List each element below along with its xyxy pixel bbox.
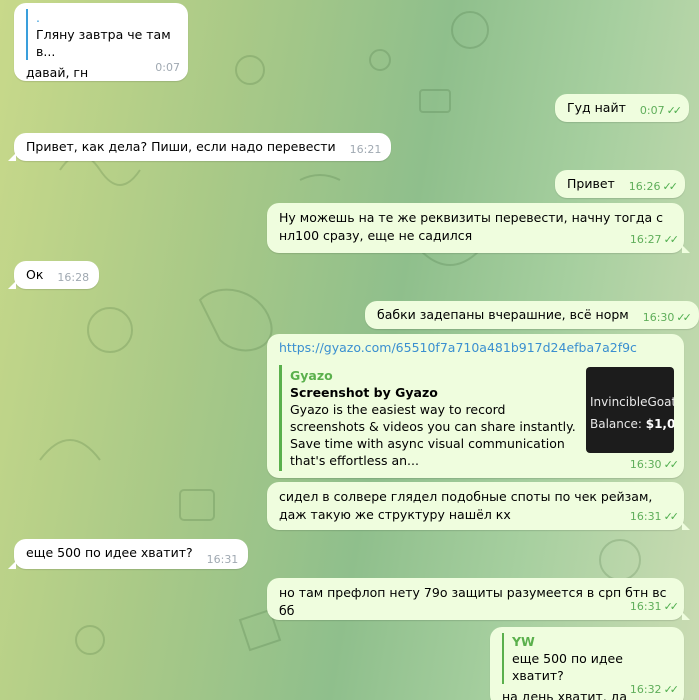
reply-text: Гляну завтра че там в...: [36, 27, 171, 59]
message-time: 16:26: [628, 180, 661, 193]
outgoing-message[interactable]: YW еще 500 по идее хватит? на день хвати…: [490, 627, 684, 700]
double-check-icon: ✓✓: [663, 683, 680, 696]
preview-thumbnail[interactable]: InvincibleGoat Balance: $1,00: [586, 367, 674, 453]
message-text: еще 500 по идее хватит?: [26, 545, 193, 560]
preview-description: Gyazo is the easiest way to record scree…: [290, 402, 576, 468]
double-check-icon: ✓✓: [662, 180, 678, 193]
reply-quote[interactable]: . Гляну завтра че там в...: [26, 9, 178, 60]
message-time: 16:30: [642, 311, 675, 324]
thumbnail-text: InvincibleGoat: [590, 395, 674, 409]
double-check-icon: ✓✓: [666, 104, 683, 117]
message-text: бабки задепаны вчерашние, всё норм: [377, 307, 629, 322]
outgoing-message[interactable]: Гуд найт 0:07 ✓✓: [555, 94, 689, 122]
chat-history[interactable]: . Гляну завтра че там в... давай, гн 0:0…: [0, 0, 699, 700]
outgoing-message[interactable]: Привет 16:26 ✓✓: [555, 170, 685, 198]
incoming-message[interactable]: . Гляну завтра че там в... давай, гн 0:0…: [14, 3, 188, 81]
double-check-icon: ✓✓: [676, 311, 692, 324]
message-time: 16:21: [349, 143, 382, 156]
outgoing-message[interactable]: бабки задепаны вчерашние, всё норм 16:30…: [365, 301, 699, 329]
message-text: давай, гн: [26, 65, 89, 80]
message-text: Ну можешь на те же реквизиты перевести, …: [279, 210, 663, 243]
outgoing-message[interactable]: Ну можешь на те же реквизиты перевести, …: [267, 203, 690, 253]
link-preview[interactable]: Gyazo Screenshot by Gyazo Gyazo is the e…: [279, 365, 674, 471]
preview-title: Screenshot by Gyazo: [290, 385, 438, 400]
message-text: Привет, как дела? Пиши, если надо переве…: [26, 139, 336, 154]
double-check-icon: ✓✓: [663, 458, 680, 471]
incoming-message[interactable]: Привет, как дела? Пиши, если надо переве…: [7, 133, 392, 161]
incoming-message[interactable]: Ок 16:28: [7, 261, 100, 289]
reply-quote[interactable]: YW еще 500 по идее хватит?: [502, 633, 674, 684]
message-text: Ок: [26, 267, 44, 282]
message-time: 16:28: [57, 271, 90, 284]
message-time: 16:27: [629, 233, 662, 246]
message-link[interactable]: https://gyazo.com/65510f7a710a481b917d24…: [279, 339, 674, 357]
incoming-message[interactable]: еще 500 по идее хватит? 16:31: [7, 539, 249, 569]
message-time: 16:30: [629, 458, 662, 471]
message-text: Гуд найт: [567, 100, 626, 115]
message-text: на день хватит, да: [502, 689, 628, 700]
message-time: 16:31: [629, 510, 662, 523]
message-text: Привет: [567, 176, 615, 191]
double-check-icon: ✓✓: [663, 600, 680, 613]
message-time: 0:07: [639, 104, 665, 117]
message-time: 0:07: [155, 61, 180, 74]
message-time: 16:31: [206, 553, 239, 566]
message-text: сидел в солвере глядел подобные споты по…: [279, 489, 653, 522]
thumbnail-balance: Balance: $1,00: [590, 417, 674, 431]
reply-author: .: [36, 10, 40, 25]
double-check-icon: ✓✓: [663, 510, 680, 523]
outgoing-message[interactable]: https://gyazo.com/65510f7a710a481b917d24…: [267, 334, 684, 478]
message-text: но там префлоп нету 79о защиты разумеетс…: [279, 585, 667, 618]
message-time: 16:32: [629, 683, 662, 696]
preview-site-name: Gyazo: [290, 368, 333, 383]
message-time: 16:31: [629, 600, 662, 613]
reply-author: YW: [512, 634, 535, 649]
outgoing-message[interactable]: сидел в солвере глядел подобные споты по…: [267, 482, 690, 530]
double-check-icon: ✓✓: [663, 233, 680, 246]
outgoing-message[interactable]: но там префлоп нету 79о защиты разумеетс…: [267, 578, 690, 620]
reply-text: еще 500 по идее хватит?: [512, 651, 623, 683]
